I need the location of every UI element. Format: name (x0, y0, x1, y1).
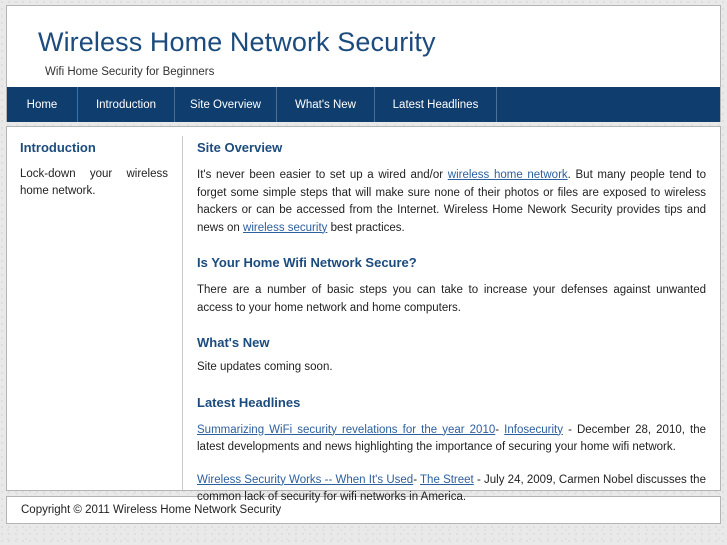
section-whats-new: What's New Site updates coming soon. (197, 335, 706, 377)
site-tagline: Wifi Home Security for Beginners (45, 66, 215, 78)
page-root: Wireless Home Network Security Wifi Home… (0, 0, 727, 545)
content-panel: Introduction Lock-down your wireless hom… (6, 126, 721, 503)
main-navigation: Home Introduction Site Overview What's N… (6, 87, 721, 122)
footer-copyright: Copyright © 2011 Wireless Home Network S… (21, 504, 282, 516)
secure-paragraph: There are a number of basic steps you ca… (197, 284, 706, 314)
whats-new-paragraph: Site updates coming soon. (197, 361, 333, 373)
headline-source-link-1[interactable]: Infosecurity (504, 424, 563, 436)
section-site-overview: Site Overview It's never been easier to … (197, 140, 706, 237)
section-heading-whats-new: What's New (197, 335, 270, 350)
link-wireless-security[interactable]: wireless security (243, 222, 327, 234)
main-content: Site Overview It's never been easier to … (183, 136, 720, 503)
section-heading-site-overview: Site Overview (197, 140, 283, 155)
section-heading-secure: Is Your Home Wifi Network Secure? (197, 255, 417, 270)
sidebar-heading: Introduction (20, 140, 96, 155)
nav-item-home[interactable]: Home (7, 87, 78, 122)
overview-text-a: It's never been easier to set up a wired… (197, 169, 448, 181)
section-is-your-home-wifi-network-secure: Is Your Home Wifi Network Secure? There … (197, 255, 706, 317)
headline-separator-2: - (413, 473, 421, 486)
link-wireless-home-network[interactable]: wireless home network (448, 169, 568, 181)
headline-separator-1: - (495, 423, 505, 436)
nav-item-whats-new[interactable]: What's New (277, 87, 375, 122)
site-overview-paragraph: It's never been easier to set up a wired… (197, 167, 706, 237)
headline-item: Summarizing WiFi security revelations fo… (197, 422, 706, 457)
sidebar-body-text: Lock-down your wireless home network. (20, 168, 168, 197)
sidebar: Introduction Lock-down your wireless hom… (7, 136, 183, 490)
headline-item: Wireless Security Works -- When It's Use… (197, 472, 706, 507)
headline-title-link-2[interactable]: Wireless Security Works -- When It's Use… (197, 474, 413, 486)
section-latest-headlines: Latest Headlines Summarizing WiFi securi… (197, 395, 706, 507)
nav-item-introduction[interactable]: Introduction (78, 87, 175, 122)
nav-filler (497, 87, 720, 122)
headline-source-link-2[interactable]: The Street (420, 474, 474, 486)
site-header: Wireless Home Network Security Wifi Home… (6, 5, 721, 87)
nav-item-site-overview[interactable]: Site Overview (175, 87, 277, 122)
nav-item-latest-headlines[interactable]: Latest Headlines (375, 87, 497, 122)
headline-title-link-1[interactable]: Summarizing WiFi security revelations fo… (197, 424, 495, 436)
overview-text-c: best practices. (327, 221, 405, 234)
section-heading-latest-headlines: Latest Headlines (197, 394, 301, 410)
site-title: Wireless Home Network Security (38, 27, 436, 57)
